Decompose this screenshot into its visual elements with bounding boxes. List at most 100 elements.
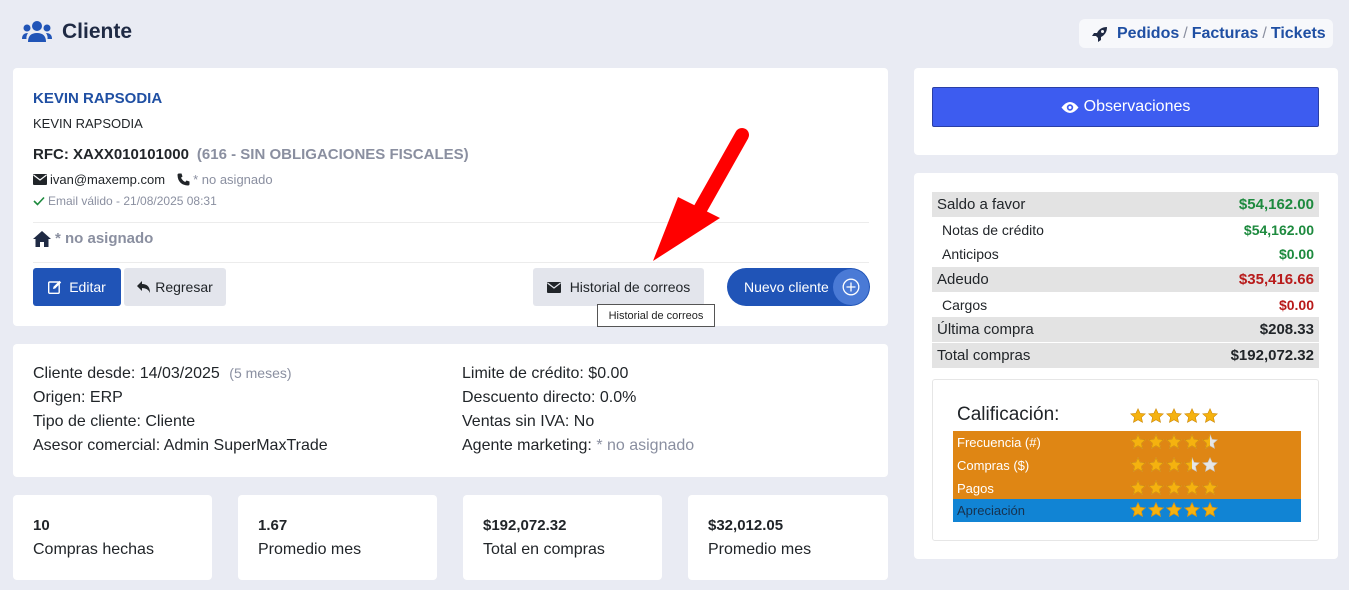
stat-label: Total en compras — [483, 541, 605, 558]
rating-stars — [1130, 434, 1220, 450]
balance-card: Saldo a favor $54,162.00 Notas de crédito… — [914, 173, 1338, 559]
rating-row-pagos: Pagos — [953, 477, 1301, 500]
breadcrumb-pedidos[interactable]: Pedidos — [1117, 25, 1179, 43]
email-valid-text: Email válido - 21/08/2025 08:31 — [48, 194, 217, 208]
star-icon — [1184, 480, 1200, 495]
rating-panel: Calificación: Frecuencia (#) Compras ($)… — [932, 379, 1319, 541]
client-rfc: RFC: XAXX010101000 (616 - SIN OBLIGACIONE… — [33, 146, 469, 163]
back-button[interactable]: Regresar — [124, 268, 226, 306]
client-since: Cliente desde: 14/03/2025 (5 meses) — [33, 365, 292, 382]
star-icon — [1184, 502, 1200, 517]
envelope-icon — [33, 174, 47, 185]
edit-button[interactable]: Editar — [33, 268, 121, 306]
annotation-arrow-icon — [653, 128, 749, 261]
sales-advisor: Asesor comercial: Admin SuperMaxTrade — [33, 437, 328, 454]
star-icon — [1130, 480, 1146, 495]
new-client-label: Nuevo cliente — [744, 279, 829, 295]
page-header: Cliente — [22, 20, 132, 44]
client-name: KEVIN RAPSODIA — [33, 90, 163, 107]
star-icon — [1202, 502, 1218, 517]
client-contact: ivan@maxemp.com * no asignado — [33, 172, 273, 187]
star-icon — [1202, 408, 1218, 423]
client-card: KEVIN RAPSODIA KEVIN RAPSODIA RFC: XAXX0… — [13, 68, 888, 326]
breadcrumb-tickets[interactable]: Tickets — [1271, 25, 1326, 43]
sales-without-vat: Ventas sin IVA: No — [462, 413, 595, 430]
star-icon — [1148, 480, 1164, 495]
rating-row-compras: Compras ($) — [953, 454, 1301, 477]
observations-card: Observaciones — [914, 68, 1338, 155]
stat-card: $32,012.05 Promedio mes — [688, 495, 888, 580]
stat-card: $192,072.32 Total en compras — [463, 495, 662, 580]
breadcrumb-facturas[interactable]: Facturas — [1192, 25, 1259, 43]
star-icon — [1148, 502, 1164, 517]
stat-label: Promedio mes — [708, 541, 812, 558]
client-origin: Origen: ERP — [33, 389, 123, 406]
balance-row-saldo-a-favor: Saldo a favor $54,162.00 — [932, 192, 1319, 217]
stat-value: $32,012.05 — [708, 517, 784, 534]
client-email[interactable]: ivan@maxemp.com — [50, 172, 165, 187]
marketing-agent: Agente marketing: * no asignado — [462, 437, 695, 454]
client-business-name: KEVIN RAPSODIA — [33, 116, 143, 131]
star-icon — [1166, 408, 1182, 423]
back-button-label: Regresar — [155, 279, 213, 295]
users-icon — [22, 21, 52, 42]
stat-card: 1.67 Promedio mes — [238, 495, 437, 580]
stat-label: Promedio mes — [258, 541, 362, 558]
breadcrumb-separator: / — [1262, 24, 1267, 42]
balance-row-ultima-compra: Última compra $208.33 — [932, 317, 1319, 342]
star-icon — [1130, 457, 1146, 472]
home-icon — [33, 230, 51, 247]
star-icon — [1184, 408, 1200, 423]
eye-icon — [1061, 101, 1079, 113]
client-details-card: Cliente desde: 14/03/2025 (5 meses) Orig… — [13, 344, 888, 477]
tax-regime: (616 - SIN OBLIGACIONES FISCALES) — [196, 146, 469, 163]
star-icon — [1166, 502, 1182, 517]
email-history-tooltip: Historial de correos — [597, 304, 715, 327]
star-icon — [1166, 457, 1182, 472]
stat-value: 1.67 — [258, 517, 288, 534]
observations-button[interactable]: Observaciones — [932, 87, 1319, 127]
client-phone: * no asignado — [193, 172, 273, 187]
edit-icon — [48, 280, 62, 294]
email-history-button[interactable]: Historial de correos — [533, 268, 704, 306]
phone-icon — [177, 173, 190, 186]
email-valid-status: Email válido - 21/08/2025 08:31 — [33, 194, 217, 208]
star-icon — [1202, 457, 1218, 472]
rating-stars — [1130, 502, 1220, 518]
reply-icon — [137, 281, 151, 293]
overall-stars — [1130, 408, 1220, 424]
breadcrumb: Pedidos / Facturas / Tickets — [1079, 19, 1333, 48]
check-icon — [33, 196, 45, 206]
star-icon — [1130, 408, 1146, 423]
rating-stars — [1130, 457, 1220, 473]
email-history-label: Historial de correos — [569, 279, 691, 295]
address-value: * no asignado — [55, 230, 154, 247]
star-icon — [1148, 408, 1164, 423]
credit-limit: Limite de crédito: $0.00 — [462, 365, 629, 382]
balance-row-notas-de-credito: Notas de crédito $54,162.00 — [942, 221, 1314, 238]
client-type: Tipo de cliente: Cliente — [33, 413, 196, 430]
star-icon — [1148, 457, 1164, 472]
direct-discount: Descuento directo: 0.0% — [462, 389, 637, 406]
balance-row-cargos: Cargos $0.00 — [942, 296, 1314, 313]
observations-label: Observaciones — [1083, 98, 1191, 115]
balance-row-anticipos: Anticipos $0.00 — [942, 245, 1314, 262]
star-icon — [1148, 434, 1164, 449]
new-client-button[interactable]: Nuevo cliente — [727, 268, 870, 306]
star-icon — [1184, 434, 1200, 449]
client-address: * no asignado — [33, 230, 153, 247]
breadcrumb-separator: / — [1183, 24, 1188, 42]
rating-row-apreciacion: Apreciación — [953, 499, 1301, 522]
rating-title: Calificación: — [957, 404, 1060, 425]
balance-row-adeudo: Adeudo $35,416.66 — [932, 267, 1319, 292]
page-title: Cliente — [62, 20, 133, 43]
star-icon — [1166, 480, 1182, 495]
star-icon — [1130, 502, 1146, 517]
plus-circle-icon — [833, 269, 869, 305]
stat-value: $192,072.32 — [483, 517, 567, 534]
edit-button-label: Editar — [69, 279, 106, 295]
rating-row-frecuencia: Frecuencia (#) — [953, 431, 1301, 454]
rating-stars — [1130, 480, 1220, 496]
star-icon — [1202, 480, 1218, 495]
rfc-value: RFC: XAXX010101000 — [33, 146, 189, 163]
